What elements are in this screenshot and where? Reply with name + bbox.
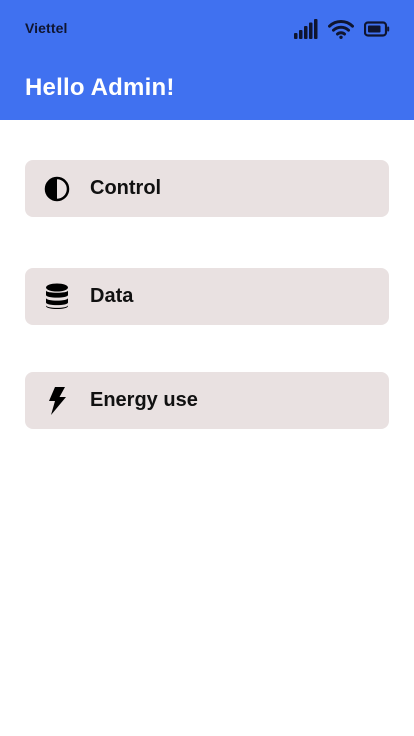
contrast-icon <box>43 175 71 203</box>
menu-item-label: Control <box>90 177 162 199</box>
carrier-name: Viettel <box>25 20 68 36</box>
menu-item-data[interactable]: Data <box>25 268 389 325</box>
status-icons <box>294 18 390 40</box>
menu-item-label: Energy use <box>90 389 198 411</box>
menu-item-label: Data <box>90 285 134 307</box>
battery-icon <box>364 21 390 37</box>
wifi-icon <box>328 19 354 39</box>
menu-item-energy-use[interactable]: Energy use <box>25 372 389 429</box>
app-header: Viettel Hello Admin! <box>0 0 414 120</box>
page-title: Hello Admin! <box>25 74 175 101</box>
database-icon <box>43 283 71 311</box>
signal-bars-icon <box>294 19 318 39</box>
lightning-bolt-icon <box>43 386 71 415</box>
menu-item-control[interactable]: Control <box>25 160 389 217</box>
status-bar: Viettel <box>0 0 414 58</box>
